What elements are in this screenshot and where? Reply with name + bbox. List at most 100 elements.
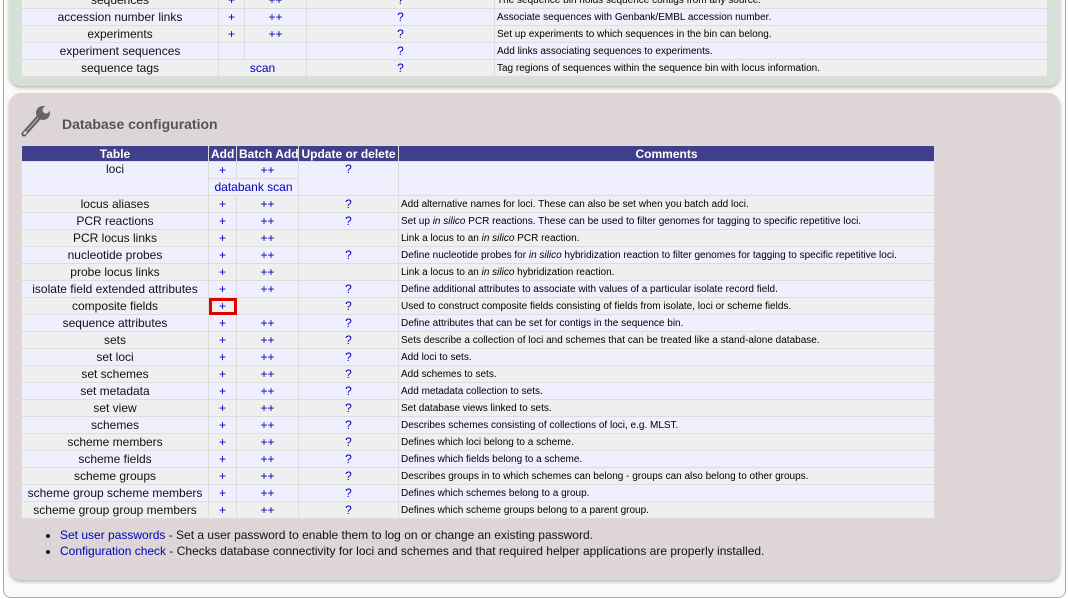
table-name: experiments [21,25,219,43]
update-delete-link[interactable]: ? [298,331,399,349]
table-name: accession number links [21,8,219,26]
update-delete-link[interactable]: ? [298,450,399,468]
add-link[interactable]: + [208,348,237,366]
batch-add-link[interactable]: ++ [236,195,299,213]
batch-add-link[interactable]: ++ [236,348,299,366]
table-row-probe-locus-links: probe locus links + ++ Link a locus to an i… [21,263,935,281]
update-delete-link[interactable]: ? [298,212,399,230]
comment: Defines which scheme groups belong to a … [398,501,935,519]
update-delete-link[interactable]: ? [298,484,399,502]
add-link[interactable]: + [208,297,237,315]
update-delete-link[interactable]: ? [306,42,495,60]
add-link[interactable]: + [208,246,237,264]
batch-add-link[interactable]: ++ [236,484,299,502]
link-description: - Set a user password to enable them to … [165,528,593,542]
table-row-set-view: set view + ++? Set database views linked to… [21,399,935,417]
batch-add-link[interactable]: ++ [244,8,307,26]
add-link[interactable]: + [208,161,237,179]
update-delete-link[interactable]: ? [298,348,399,366]
comment-text: Defines which scheme groups belong to a … [401,504,649,516]
batch-add-link[interactable]: ++ [236,416,299,434]
add-link[interactable]: + [218,0,245,9]
batch-add-link[interactable]: ++ [236,161,299,179]
update-delete-link[interactable]: ? [306,25,495,43]
comment-text: Add alternative names for loci. These ca… [401,198,749,210]
update-delete-link[interactable]: ? [298,195,399,213]
add-link[interactable]: + [208,382,237,400]
update-delete-link[interactable]: ? [298,161,399,196]
configuration-check-link[interactable]: Configuration check [60,544,166,558]
update-delete-link[interactable]: ? [306,0,495,9]
add-link[interactable]: + [208,399,237,417]
batch-add-link[interactable]: ++ [236,263,299,281]
set-user-passwords-link[interactable]: Set user passwords [60,528,165,542]
batch-add-link[interactable]: ++ [236,450,299,468]
update-delete-link[interactable]: ? [298,433,399,451]
batch-add-link[interactable]: ++ [236,467,299,485]
table-name: sets [21,331,209,349]
add-link[interactable]: + [218,25,245,43]
batch-add-link[interactable]: ++ [236,314,299,332]
batch-add-link[interactable]: ++ [236,246,299,264]
add-link[interactable]: + [208,331,237,349]
batch-add-link[interactable]: ++ [236,433,299,451]
batch-add-link[interactable]: ++ [236,382,299,400]
add-link[interactable]: + [208,263,237,281]
update-delete-link[interactable]: ? [298,416,399,434]
batch-add-link[interactable]: ++ [236,399,299,417]
table-row-locus-aliases: locus aliases + ++? Add alternative names f… [21,195,935,213]
add-link[interactable]: + [208,314,237,332]
comment: Link a locus to an in silico hybridizati… [398,263,935,281]
table-name: experiment sequences [21,42,219,60]
add-link[interactable]: + [208,229,237,247]
table-name: scheme group scheme members [21,484,209,502]
add-link[interactable]: + [208,416,237,434]
add-link[interactable]: + [208,501,237,519]
update-delete-link[interactable]: ? [298,314,399,332]
database-configuration-table: Table Add Batch Add Update or delete Com… [21,145,935,519]
batch-add-link[interactable]: ++ [236,280,299,298]
table-name: sequences [21,0,219,9]
comment-text: The sequence bin holds sequence contigs … [497,0,762,6]
add-link[interactable]: + [208,280,237,298]
update-delete-link[interactable]: ? [298,297,399,315]
databank-scan-link[interactable]: databank scan [208,178,299,196]
batch-add-link[interactable]: ++ [236,501,299,519]
update-delete-link[interactable]: ? [306,8,495,26]
update-delete-link[interactable]: ? [298,467,399,485]
update-delete-link[interactable]: ? [298,501,399,519]
update-delete-link [298,229,399,247]
update-delete-link[interactable]: ? [298,382,399,400]
update-delete-link[interactable]: ? [306,59,495,77]
update-delete-link[interactable]: ? [298,246,399,264]
add-link[interactable]: + [208,484,237,502]
batch-add-link[interactable]: ++ [244,0,307,9]
update-delete-link [298,263,399,281]
table-row-scheme-members: scheme members + ++? Defines which loci bel… [21,433,935,451]
table-name: schemes [21,416,209,434]
batch-add-link[interactable]: ++ [236,229,299,247]
scan-link[interactable]: scan [218,59,307,77]
add-link[interactable]: + [218,8,245,26]
comment: Define nucleotide probes for in silico h… [398,246,935,264]
update-delete-link[interactable]: ? [298,280,399,298]
comment: Link a locus to an in silico PCR reactio… [398,229,935,247]
comment-text: Define additional attributes to associat… [401,283,778,295]
batch-add-link[interactable]: ++ [244,25,307,43]
table-name: scheme fields [21,450,209,468]
comment-text: Tag regions of sequences within the sequ… [497,62,820,74]
add-link[interactable]: + [208,467,237,485]
batch-add-link[interactable]: ++ [236,331,299,349]
add-link[interactable]: + [208,365,237,383]
table-name: PCR locus links [21,229,209,247]
add-link[interactable]: + [208,450,237,468]
comment-emphasis: in silico [481,232,515,244]
batch-add-link[interactable]: ++ [236,212,299,230]
add-link [218,42,245,60]
add-link[interactable]: + [208,212,237,230]
add-link[interactable]: + [208,195,237,213]
add-link[interactable]: + [208,433,237,451]
update-delete-link[interactable]: ? [298,399,399,417]
update-delete-link[interactable]: ? [298,365,399,383]
batch-add-link[interactable]: ++ [236,365,299,383]
